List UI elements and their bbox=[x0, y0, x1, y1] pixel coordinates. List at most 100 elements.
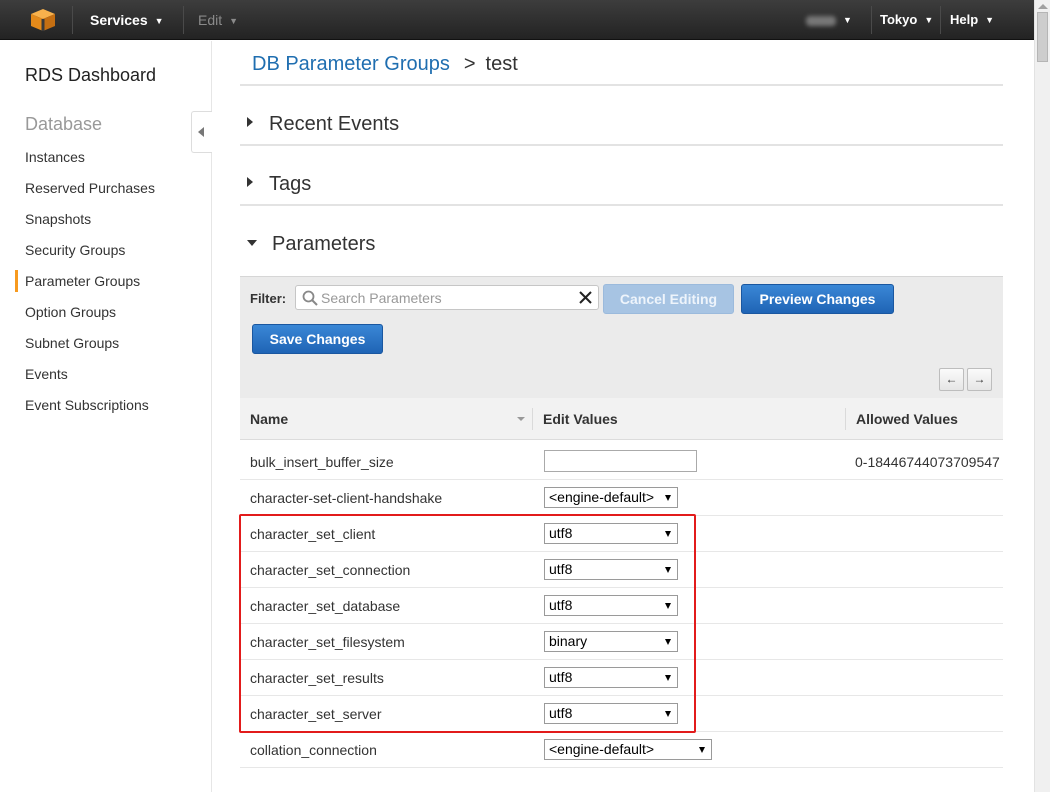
sidebar-item-instances[interactable]: Instances bbox=[25, 149, 85, 165]
table-row: character_set_client utf8 bbox=[240, 516, 1003, 552]
parameter-name: character-set-client-handshake bbox=[250, 490, 443, 506]
expand-icon bbox=[247, 117, 253, 127]
preview-changes-button[interactable]: Preview Changes bbox=[741, 284, 894, 314]
sidebar-item-parameter-groups[interactable]: Parameter Groups bbox=[25, 273, 140, 289]
chevron-down-icon: ▼ bbox=[154, 16, 164, 26]
parameter-value-select[interactable]: binary bbox=[544, 631, 678, 652]
account-name-blurred bbox=[806, 15, 836, 26]
breadcrumb-link[interactable]: DB Parameter Groups bbox=[252, 53, 450, 75]
parameter-name: character_set_filesystem bbox=[250, 634, 405, 650]
dropdown-arrow-icon bbox=[665, 603, 671, 609]
table-row: character_set_database utf8 bbox=[240, 588, 1003, 624]
cancel-editing-button[interactable]: Cancel Editing bbox=[603, 284, 734, 314]
chevron-down-icon: ▼ bbox=[229, 16, 239, 26]
edit-menu[interactable]: Edit ▼ bbox=[198, 0, 238, 40]
topbar-divider bbox=[940, 6, 941, 34]
parameter-value-select[interactable]: utf8 bbox=[544, 523, 678, 544]
topbar-divider bbox=[183, 6, 184, 34]
sidebar-item-snapshots[interactable]: Snapshots bbox=[25, 211, 91, 227]
vertical-scrollbar[interactable] bbox=[1034, 0, 1050, 792]
parameter-name: character_set_client bbox=[250, 526, 376, 542]
sidebar-section-heading: Database bbox=[25, 114, 103, 134]
dropdown-arrow-icon bbox=[665, 639, 671, 645]
section-title: Parameters bbox=[272, 233, 376, 255]
parameter-value-input[interactable] bbox=[544, 450, 697, 472]
sidebar-item-events[interactable]: Events bbox=[25, 366, 68, 382]
sort-icon[interactable] bbox=[517, 417, 525, 421]
dropdown-arrow-icon bbox=[665, 531, 671, 537]
collapse-sidebar-button[interactable] bbox=[191, 111, 212, 153]
help-menu[interactable]: Help ▼ bbox=[950, 0, 994, 40]
dropdown-arrow-icon bbox=[699, 747, 705, 753]
close-icon[interactable] bbox=[578, 290, 593, 305]
parameter-name: character_set_connection bbox=[250, 562, 411, 578]
selected-value: binary bbox=[549, 633, 588, 649]
sidebar-item-security-groups[interactable]: Security Groups bbox=[25, 242, 125, 258]
parameter-name: character_set_results bbox=[250, 670, 384, 686]
parameter-value-select[interactable]: utf8 bbox=[544, 559, 678, 580]
dropdown-arrow-icon bbox=[665, 495, 671, 501]
parameter-value-select[interactable]: utf8 bbox=[544, 595, 678, 616]
table-row: character-set-client-handshake <engine-d… bbox=[240, 480, 1003, 516]
edit-label: Edit bbox=[198, 12, 223, 28]
region-menu[interactable]: Tokyo ▼ bbox=[880, 0, 933, 40]
selected-value: <engine-default> bbox=[549, 489, 655, 505]
previous-page-button[interactable]: ← bbox=[939, 368, 964, 391]
chevron-down-icon: ▼ bbox=[924, 15, 934, 25]
collapse-icon bbox=[247, 240, 257, 246]
parameter-name: bulk_insert_buffer_size bbox=[250, 454, 394, 470]
account-menu[interactable]: ▼ bbox=[806, 0, 852, 40]
column-header-name[interactable]: Name bbox=[250, 411, 288, 427]
parameter-value-select[interactable]: utf8 bbox=[544, 667, 678, 688]
dropdown-arrow-icon bbox=[665, 675, 671, 681]
sidebar-item-event-subscriptions[interactable]: Event Subscriptions bbox=[25, 397, 149, 413]
section-title: Tags bbox=[269, 173, 312, 195]
top-nav-bar: Services ▼ Edit ▼ ▼ Tokyo ▼ Help ▼ bbox=[0, 0, 1034, 40]
sidebar: RDS Dashboard Database Instances Reserve… bbox=[0, 41, 212, 792]
section-recent-events[interactable]: Recent Events bbox=[247, 113, 399, 136]
parameter-value-select[interactable]: <engine-default> bbox=[544, 739, 712, 760]
sidebar-item-reserved-purchases[interactable]: Reserved Purchases bbox=[25, 180, 155, 196]
table-row: character_set_server utf8 bbox=[240, 696, 1003, 732]
services-label: Services bbox=[90, 12, 148, 28]
table-row: character_set_filesystem binary bbox=[240, 624, 1003, 660]
breadcrumb-separator: > bbox=[463, 53, 476, 75]
column-header-edit-values[interactable]: Edit Values bbox=[543, 411, 618, 427]
search-box[interactable] bbox=[295, 285, 599, 310]
selected-value: utf8 bbox=[549, 669, 573, 685]
scrollbar-thumb[interactable] bbox=[1037, 12, 1048, 62]
parameter-name: character_set_database bbox=[250, 598, 401, 614]
divider bbox=[240, 84, 1003, 86]
save-changes-button[interactable]: Save Changes bbox=[252, 324, 383, 354]
chevron-left-icon bbox=[198, 127, 204, 137]
parameter-value-select[interactable]: <engine-default> bbox=[544, 487, 678, 508]
selected-value: utf8 bbox=[549, 597, 573, 613]
chevron-down-icon: ▼ bbox=[843, 15, 852, 25]
selected-value: utf8 bbox=[549, 705, 573, 721]
search-input[interactable] bbox=[321, 288, 576, 307]
section-parameters[interactable]: Parameters bbox=[247, 233, 375, 256]
selected-value: utf8 bbox=[549, 561, 573, 577]
selected-value: utf8 bbox=[549, 525, 573, 541]
sidebar-item-option-groups[interactable]: Option Groups bbox=[25, 304, 116, 320]
parameter-name: collation_connection bbox=[250, 742, 377, 758]
dropdown-arrow-icon bbox=[665, 567, 671, 573]
parameter-value-select[interactable]: utf8 bbox=[544, 703, 678, 724]
region-label: Tokyo bbox=[880, 12, 918, 27]
selected-value: <engine-default> bbox=[549, 741, 655, 757]
scroll-up-icon[interactable] bbox=[1038, 4, 1048, 9]
sidebar-title[interactable]: RDS Dashboard bbox=[25, 65, 156, 86]
dropdown-arrow-icon bbox=[665, 711, 671, 717]
sidebar-item-subnet-groups[interactable]: Subnet Groups bbox=[25, 335, 119, 351]
search-icon bbox=[302, 290, 318, 306]
chevron-down-icon: ▼ bbox=[985, 15, 995, 25]
services-menu[interactable]: Services ▼ bbox=[90, 0, 164, 40]
column-divider bbox=[845, 408, 846, 430]
breadcrumb: DB Parameter Groups > test bbox=[252, 53, 518, 76]
table-row: character_set_connection utf8 bbox=[240, 552, 1003, 588]
column-divider bbox=[532, 408, 533, 430]
next-page-button[interactable]: → bbox=[967, 368, 992, 391]
section-tags[interactable]: Tags bbox=[247, 173, 311, 196]
aws-logo-icon[interactable] bbox=[30, 8, 56, 32]
column-header-allowed-values[interactable]: Allowed Values bbox=[856, 411, 958, 427]
